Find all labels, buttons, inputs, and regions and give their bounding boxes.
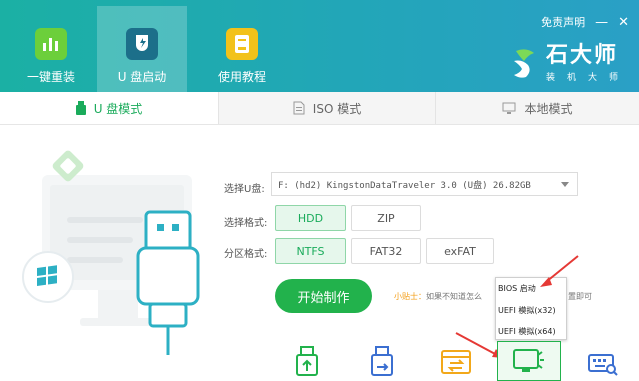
usb-upgrade-tool[interactable]: [287, 343, 327, 381]
usb-restore-tool[interactable]: [362, 343, 402, 381]
simulate-boot-icon: [513, 349, 544, 372]
red-arrow-icon: [540, 255, 579, 287]
usb-upload-icon: [296, 346, 318, 376]
usb-restore-icon: [371, 346, 393, 376]
shortcut-key-tool[interactable]: [583, 343, 623, 381]
app-window: 一键重装 U 盘启动 使用教程 免责声明 — ✕ 石大师 装机大师 U 盘模式 …: [0, 0, 639, 381]
annotation-arrows: [455, 255, 579, 358]
convert-icon: [441, 350, 471, 374]
keyboard-search-icon: [588, 354, 618, 376]
simulate-boot-tool[interactable]: [497, 341, 561, 381]
format-convert-tool[interactable]: [436, 343, 476, 381]
